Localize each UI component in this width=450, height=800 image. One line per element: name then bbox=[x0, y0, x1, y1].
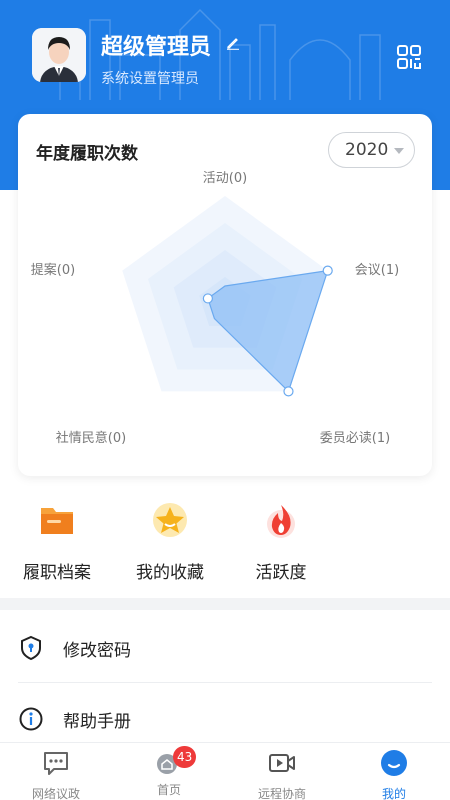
avatar[interactable] bbox=[32, 28, 86, 82]
menu-item-label: 修改密码 bbox=[63, 640, 131, 661]
tab-mine[interactable]: 我的 bbox=[338, 749, 450, 800]
annual-activity-card: 年度履职次数 2020 活动(0) 会议(1) 委员必读(1) 社情民意(0) 提案(0… bbox=[18, 114, 432, 476]
user-name: 超级管理员 bbox=[101, 35, 212, 60]
quick-action-archive[interactable]: 履职档案 bbox=[2, 500, 112, 583]
user-role: 系统设置管理员 bbox=[101, 71, 199, 87]
radar-axis-label: 活动(0) bbox=[203, 171, 247, 186]
tab-label: 网络议政 bbox=[31, 787, 80, 800]
tab-label: 我的 bbox=[381, 787, 406, 800]
radar-axis-label: 委员必读(1) bbox=[320, 431, 390, 446]
info-icon bbox=[19, 707, 43, 731]
profile-icon bbox=[381, 750, 407, 776]
flame-icon bbox=[267, 505, 295, 538]
radar-axis-label: 社情民意(0) bbox=[56, 430, 126, 446]
menu-item-change-password[interactable]: 修改密码 bbox=[18, 613, 432, 683]
home-icon-wrapper: 43 bbox=[155, 746, 197, 777]
quick-action-label: 活跃度 bbox=[255, 563, 307, 583]
chat-icon bbox=[44, 752, 68, 775]
radar-point bbox=[202, 293, 213, 304]
tab-network-discussion[interactable]: 网络议政 bbox=[0, 749, 112, 800]
radar-point bbox=[322, 265, 333, 276]
menu-divider bbox=[18, 682, 432, 683]
qr-code-icon[interactable] bbox=[396, 44, 422, 70]
section-divider bbox=[0, 598, 450, 610]
radar-chart: 活动(0) 会议(1) 委员必读(1) 社情民意(0) 提案(0) bbox=[31, 171, 399, 446]
video-icon bbox=[269, 754, 295, 772]
radar-axis-label: 提案(0) bbox=[31, 262, 75, 278]
notification-badge: 43 bbox=[173, 746, 197, 768]
tab-home[interactable]: 43 首页 bbox=[113, 746, 225, 798]
radar-axis-label: 会议(1) bbox=[355, 263, 399, 278]
star-icon bbox=[153, 503, 187, 537]
quick-action-label: 履职档案 bbox=[23, 563, 91, 583]
bottom-tab-bar: 网络议政 43 首页 远程协商 我的 bbox=[0, 742, 450, 800]
avatar-illustration-icon bbox=[32, 28, 86, 82]
shield-lock-icon bbox=[21, 635, 41, 661]
menu-item-label: 帮助手册 bbox=[63, 711, 131, 732]
radar-point bbox=[283, 386, 294, 397]
tab-label: 首页 bbox=[156, 783, 181, 797]
tab-label: 远程协商 bbox=[257, 787, 306, 800]
tab-remote-consultation[interactable]: 远程协商 bbox=[226, 749, 338, 800]
folder-icon bbox=[41, 508, 73, 534]
edit-pencil-icon[interactable] bbox=[226, 36, 240, 50]
quick-action-activity[interactable]: 活跃度 bbox=[226, 500, 336, 583]
quick-action-favorites[interactable]: 我的收藏 bbox=[115, 500, 225, 583]
quick-action-label: 我的收藏 bbox=[136, 563, 204, 583]
